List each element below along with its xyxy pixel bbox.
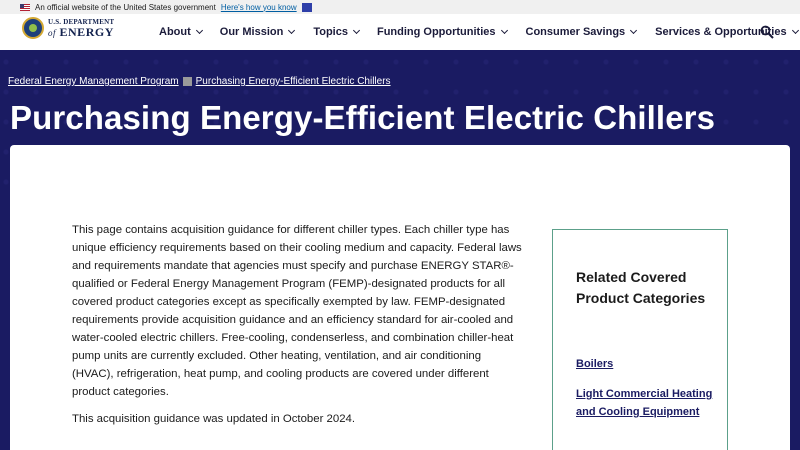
updated-note: This acquisition guidance was updated in… (72, 413, 356, 425)
page-title: Purchasing Energy-Efficient Electric Chi… (10, 99, 716, 136)
related-title: Related Covered Product Categories (576, 269, 706, 306)
chevron-down-icon[interactable] (301, 2, 312, 12)
nav-our-mission[interactable]: Our Mission (220, 26, 296, 38)
breadcrumb-link-current[interactable]: Purchasing Energy-Efficient Electric Chi… (196, 76, 391, 87)
chevron-down-icon (288, 26, 296, 35)
main-nav: About Our Mission Topics Funding Opportu… (159, 14, 799, 50)
nav-services-opportunities[interactable]: Services & Opportunities (655, 26, 799, 38)
nav-topics[interactable]: Topics (313, 26, 361, 38)
us-flag-icon (20, 3, 30, 11)
nav-about[interactable]: About (159, 26, 203, 38)
chevron-down-icon (195, 26, 203, 35)
search-icon[interactable] (760, 25, 774, 39)
gov-banner-text: An official website of the United States… (35, 2, 216, 12)
doe-seal-icon (22, 17, 44, 39)
intro-paragraph: This page contains acquisition guidance … (72, 224, 522, 398)
related-link-light-commercial[interactable]: Light Commercial Heating and Cooling Equ… (576, 385, 716, 421)
related-categories-box: Related Covered Product Categories Boile… (552, 229, 728, 450)
breadcrumb-link-femp[interactable]: Federal Energy Management Program (8, 76, 179, 87)
breadcrumb-separator-icon (182, 77, 192, 86)
chevron-down-icon (500, 26, 508, 35)
gov-banner: An official website of the United States… (0, 0, 800, 14)
chevron-down-icon (630, 26, 638, 35)
chevron-down-icon (352, 26, 361, 35)
site-header: U.S. DEPARTMENT of ENERGY About Our Miss… (0, 14, 800, 50)
doe-logo[interactable]: U.S. DEPARTMENT of ENERGY (22, 17, 114, 39)
heres-how-you-know-link[interactable]: Here's how you know (221, 3, 297, 12)
chevron-down-icon (791, 26, 799, 35)
logo-bottom-text: of ENERGY (48, 24, 114, 39)
nav-consumer-savings[interactable]: Consumer Savings (526, 26, 638, 38)
breadcrumb: Federal Energy Management Program Purcha… (8, 76, 391, 87)
related-link-boilers[interactable]: Boilers (576, 355, 716, 373)
nav-funding-opportunities[interactable]: Funding Opportunities (377, 26, 508, 38)
content-card: This page contains acquisition guidance … (10, 145, 790, 450)
